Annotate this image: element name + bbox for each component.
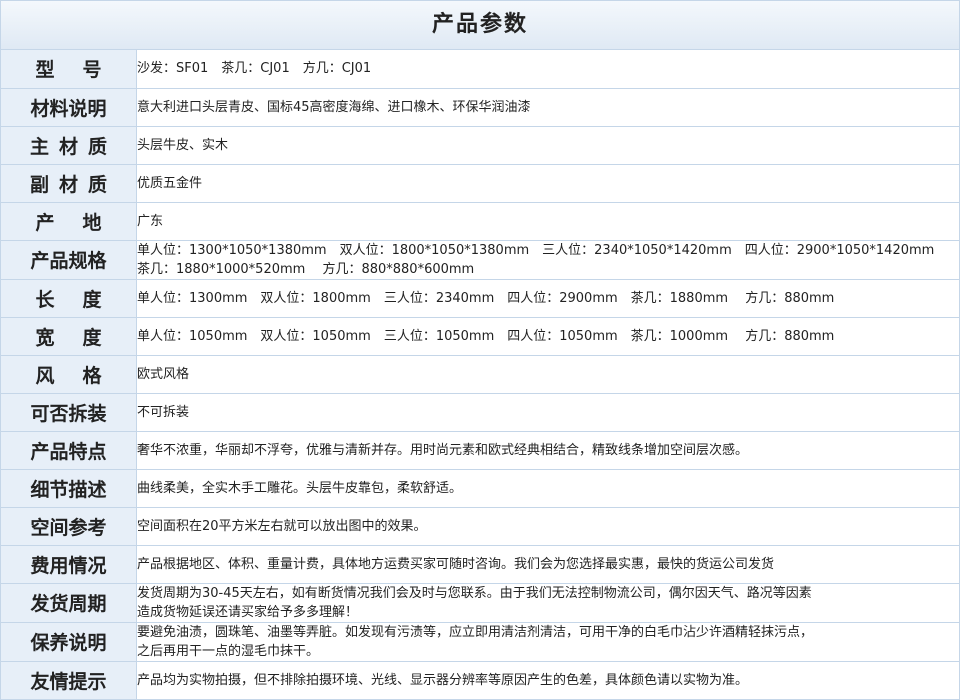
param-row: 型号 沙发：SF01 茶几：CJ01 方几：CJ01 (1, 50, 959, 89)
param-label: 可否拆装 (1, 392, 137, 432)
param-value: 空间面积在20平方米左右就可以放出图中的效果。 (136, 506, 959, 546)
param-row: 发货周期 发货周期为30-45天左右，如有断货情况我们会及时与您联系。由于我们无法… (1, 582, 959, 623)
param-value: 优质五金件 (136, 163, 959, 203)
param-value: 单人位：1300mm 双人位：1800mm 三人位：2340mm 四人位：290… (136, 278, 959, 318)
param-value: 沙发：SF01 茶几：CJ01 方几：CJ01 (136, 50, 959, 89)
param-value: 头层牛皮、实木 (136, 125, 959, 165)
param-value: 要避免油渍，圆珠笔、油墨等弄脏。如发现有污渍等，应立即用清洁剂清洁，可用干净的白… (136, 621, 959, 662)
param-value: 产品均为实物拍摄，但不排除拍摄环境、光线、显示器分辨率等原因产生的色差，具体颜色… (136, 660, 959, 700)
param-value: 广东 (136, 201, 959, 241)
param-value: 发货周期为30-45天左右，如有断货情况我们会及时与您联系。由于我们无法控制物流… (136, 582, 959, 623)
param-value: 产品根据地区、体积、重量计费，具体地方运费买家可随时咨询。我们会为您选择最实惠，… (136, 544, 959, 584)
param-row: 友情提示 产品均为实物拍摄，但不排除拍摄环境、光线、显示器分辨率等原因产生的色差，… (1, 660, 959, 700)
params-table: 型号 沙发：SF01 茶几：CJ01 方几：CJ01 材料说明 意大利进口头层青皮、国… (1, 50, 959, 700)
param-label: 保养说明 (1, 621, 137, 662)
param-value: 不可拆装 (136, 392, 959, 432)
param-row: 副材质 优质五金件 (1, 163, 959, 203)
param-row: 可否拆装 不可拆装 (1, 392, 959, 432)
param-row: 细节描述 曲线柔美，全实木手工雕花。头层牛皮靠包，柔软舒适。 (1, 468, 959, 508)
param-row: 材料说明 意大利进口头层青皮、国标45高密度海绵、进口橡木、环保华润油漆 (1, 87, 959, 127)
param-row: 产品规格 单人位：1300*1050*1380mm 双人位：1800*1050*1… (1, 239, 959, 280)
param-value: 欧式风格 (136, 354, 959, 394)
param-row: 长度 单人位：1300mm 双人位：1800mm 三人位：2340mm 四人位：2… (1, 278, 959, 318)
param-value: 曲线柔美，全实木手工雕花。头层牛皮靠包，柔软舒适。 (136, 468, 959, 508)
param-label: 发货周期 (1, 582, 137, 623)
param-label: 材料说明 (1, 87, 137, 127)
param-row: 产品特点 奢华不浓重，华丽却不浮夸，优雅与清新并存。用时尚元素和欧式经典相结合，精… (1, 430, 959, 470)
product-params-sheet: 产品参数 型号 沙发：SF01 茶几：CJ01 方几：CJ01 材料说明 意大利进口头… (0, 0, 960, 700)
param-row: 宽度 单人位：1050mm 双人位：1050mm 三人位：1050mm 四人位：1… (1, 316, 959, 356)
param-value: 奢华不浓重，华丽却不浮夸，优雅与清新并存。用时尚元素和欧式经典相结合，精致线条增… (136, 430, 959, 470)
param-row: 空间参考 空间面积在20平方米左右就可以放出图中的效果。 (1, 506, 959, 546)
param-row: 产地 广东 (1, 201, 959, 241)
page-title: 产品参数 (1, 1, 959, 50)
param-value: 单人位：1050mm 双人位：1050mm 三人位：1050mm 四人位：105… (136, 316, 959, 356)
param-label: 风格 (1, 354, 137, 394)
param-label: 友情提示 (1, 660, 137, 700)
param-label: 宽度 (1, 316, 137, 356)
param-label: 细节描述 (1, 468, 137, 508)
param-value: 意大利进口头层青皮、国标45高密度海绵、进口橡木、环保华润油漆 (136, 87, 959, 127)
param-label: 产品特点 (1, 430, 137, 470)
param-label: 长度 (1, 278, 137, 318)
param-label: 副材质 (1, 163, 137, 203)
param-label: 费用情况 (1, 544, 137, 584)
param-label: 型号 (1, 50, 137, 89)
param-row: 费用情况 产品根据地区、体积、重量计费，具体地方运费买家可随时咨询。我们会为您选择… (1, 544, 959, 584)
param-value: 单人位：1300*1050*1380mm 双人位：1800*1050*1380m… (136, 239, 959, 280)
param-label: 主材质 (1, 125, 137, 165)
param-label: 空间参考 (1, 506, 137, 546)
param-label: 产地 (1, 201, 137, 241)
param-row: 保养说明 要避免油渍，圆珠笔、油墨等弄脏。如发现有污渍等，应立即用清洁剂清洁，可用… (1, 621, 959, 662)
param-row: 主材质 头层牛皮、实木 (1, 125, 959, 165)
param-row: 风格 欧式风格 (1, 354, 959, 394)
param-label: 产品规格 (1, 239, 137, 280)
